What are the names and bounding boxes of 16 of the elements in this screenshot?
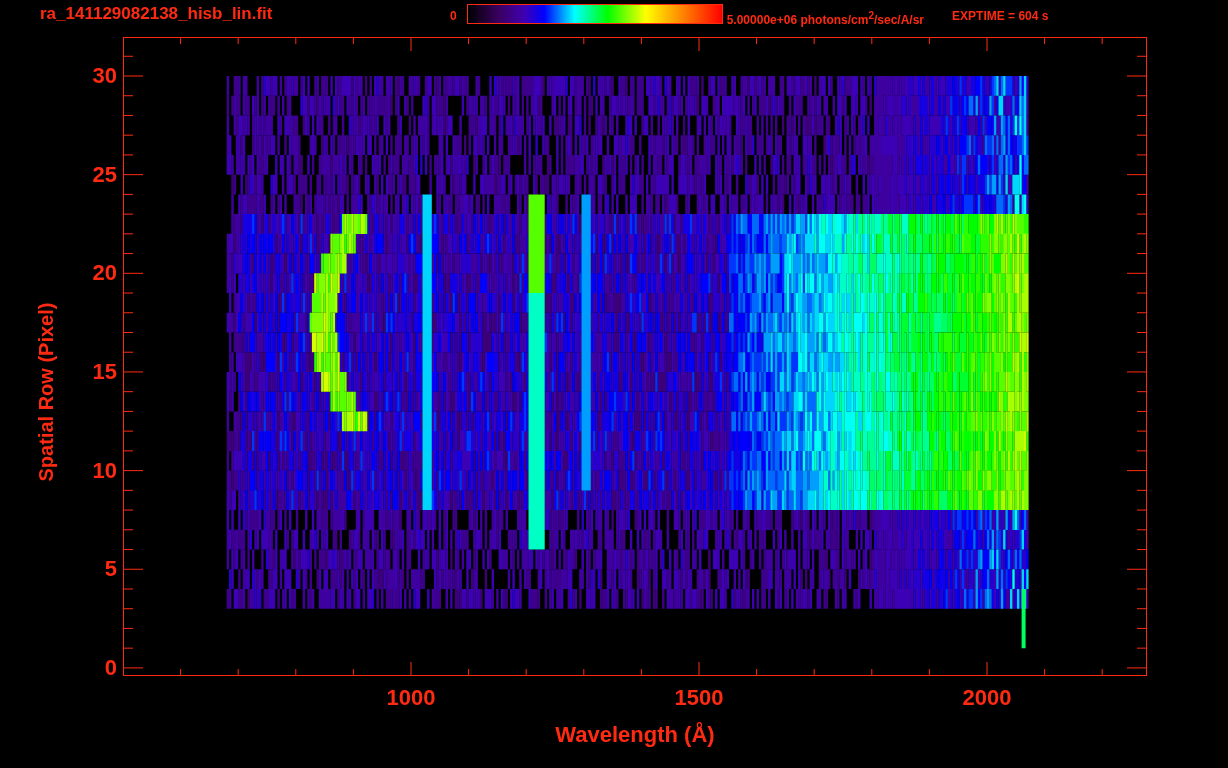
- file-name: ra_141129082138_hisb_lin.fit: [40, 4, 274, 24]
- x-tick-label: 1500: [674, 685, 724, 711]
- y-axis-label: Spatial Row (Pixel): [34, 302, 58, 482]
- x-tick-label: 2000: [962, 685, 1012, 711]
- y-tick-label: 20: [92, 260, 117, 287]
- y-tick-label: 0: [104, 654, 117, 681]
- y-tick-label: 30: [92, 63, 117, 89]
- y-tick-label: 15: [92, 358, 117, 385]
- y-tick-label: 25: [92, 161, 117, 188]
- x-axis-label: Wavelength (Å): [555, 722, 715, 748]
- y-tick-label: 10: [92, 457, 117, 484]
- colorbar-max-label: 5.00000e+06 photons/cm$^{2}$/sec/A/sr: [726, 9, 925, 29]
- y-tick-label: 5: [104, 556, 117, 583]
- exposure-time: EXPTIME = 604 s: [952, 8, 1049, 25]
- colorbar-min-label: 0: [450, 8, 457, 25]
- x-tick-label: 1000: [386, 685, 436, 711]
